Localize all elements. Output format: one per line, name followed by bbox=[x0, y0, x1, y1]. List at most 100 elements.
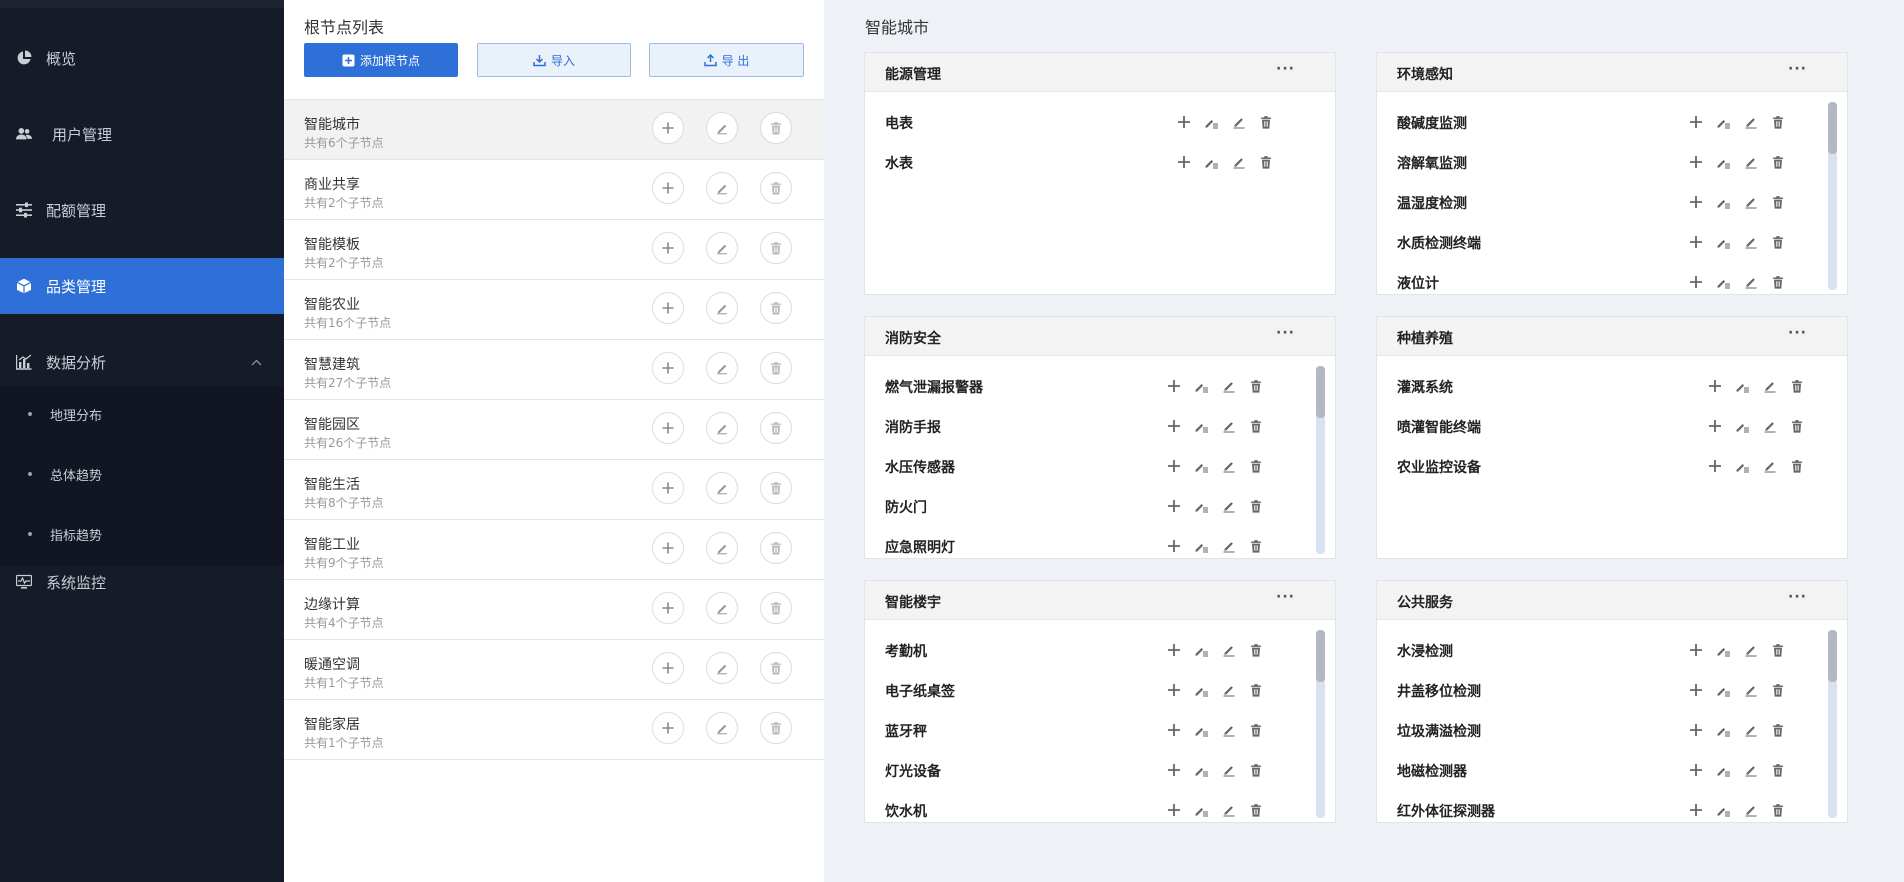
add-child-button[interactable] bbox=[1688, 722, 1704, 738]
edit-button[interactable] bbox=[1762, 458, 1778, 474]
delete-button[interactable] bbox=[1789, 458, 1805, 474]
delete-node-button[interactable] bbox=[760, 472, 792, 504]
delete-node-button[interactable] bbox=[760, 652, 792, 684]
root-node-row[interactable]: 智慧建筑 共有27个子节点 bbox=[284, 340, 824, 400]
edit-button[interactable] bbox=[1231, 114, 1247, 130]
delete-button[interactable] bbox=[1770, 642, 1786, 658]
sidebar-subitem-metric-trend[interactable]: 指标趋势 bbox=[0, 514, 284, 554]
edit-button[interactable] bbox=[1743, 682, 1759, 698]
attribute-button[interactable] bbox=[1193, 378, 1209, 394]
root-node-row[interactable]: 智能家居 共有1个子节点 bbox=[284, 700, 824, 760]
list-item[interactable]: 水压传感器 bbox=[885, 446, 1295, 486]
add-child-button[interactable] bbox=[1166, 418, 1182, 434]
add-child-button[interactable] bbox=[1166, 722, 1182, 738]
attribute-button[interactable] bbox=[1715, 802, 1731, 818]
root-node-row[interactable]: 智能城市 共有6个子节点 bbox=[284, 100, 824, 160]
scrollbar[interactable] bbox=[1828, 102, 1837, 290]
list-item[interactable]: 燃气泄漏报警器 bbox=[885, 366, 1295, 406]
attribute-button[interactable] bbox=[1715, 762, 1731, 778]
add-child-button[interactable] bbox=[1688, 274, 1704, 290]
edit-button[interactable] bbox=[1743, 274, 1759, 290]
edit-button[interactable] bbox=[1221, 682, 1237, 698]
edit-button[interactable] bbox=[1743, 722, 1759, 738]
root-node-row[interactable]: 边缘计算 共有4个子节点 bbox=[284, 580, 824, 640]
edit-button[interactable] bbox=[1221, 458, 1237, 474]
edit-node-button[interactable] bbox=[706, 592, 738, 624]
add-child-button[interactable] bbox=[1688, 114, 1704, 130]
add-child-button[interactable] bbox=[1166, 498, 1182, 514]
list-item[interactable]: 地磁检测器 bbox=[1397, 750, 1807, 790]
root-node-row[interactable]: 智能工业 共有9个子节点 bbox=[284, 520, 824, 580]
attribute-button[interactable] bbox=[1715, 234, 1731, 250]
delete-button[interactable] bbox=[1770, 682, 1786, 698]
delete-node-button[interactable] bbox=[760, 412, 792, 444]
add-child-button[interactable] bbox=[1688, 642, 1704, 658]
add-child-button[interactable] bbox=[652, 592, 684, 624]
list-item[interactable]: 防火门 bbox=[885, 486, 1295, 526]
attribute-button[interactable] bbox=[1193, 682, 1209, 698]
edit-button[interactable] bbox=[1743, 642, 1759, 658]
delete-button[interactable] bbox=[1248, 458, 1264, 474]
add-child-button[interactable] bbox=[1166, 682, 1182, 698]
edit-button[interactable] bbox=[1221, 722, 1237, 738]
add-child-button[interactable] bbox=[1688, 154, 1704, 170]
add-child-button[interactable] bbox=[652, 352, 684, 384]
add-child-button[interactable] bbox=[1166, 538, 1182, 554]
delete-button[interactable] bbox=[1770, 802, 1786, 818]
add-child-button[interactable] bbox=[1166, 802, 1182, 818]
edit-button[interactable] bbox=[1221, 498, 1237, 514]
more-options-icon[interactable]: ··· bbox=[1276, 61, 1295, 77]
attribute-button[interactable] bbox=[1193, 458, 1209, 474]
sidebar-item-quota[interactable]: 配额管理 bbox=[0, 182, 284, 238]
sidebar-item-category[interactable]: 品类管理 bbox=[0, 258, 284, 314]
edit-node-button[interactable] bbox=[706, 172, 738, 204]
edit-button[interactable] bbox=[1221, 642, 1237, 658]
list-item[interactable]: 温湿度检测 bbox=[1397, 182, 1807, 222]
list-item[interactable]: 垃圾满溢检测 bbox=[1397, 710, 1807, 750]
edit-button[interactable] bbox=[1743, 802, 1759, 818]
import-button[interactable]: 导入 bbox=[477, 43, 631, 77]
attribute-button[interactable] bbox=[1193, 538, 1209, 554]
add-child-button[interactable] bbox=[1166, 642, 1182, 658]
add-child-button[interactable] bbox=[1176, 154, 1192, 170]
delete-node-button[interactable] bbox=[760, 292, 792, 324]
attribute-button[interactable] bbox=[1203, 114, 1219, 130]
list-item[interactable]: 灯光设备 bbox=[885, 750, 1295, 790]
delete-button[interactable] bbox=[1248, 378, 1264, 394]
root-node-row[interactable]: 智能园区 共有26个子节点 bbox=[284, 400, 824, 460]
scrollbar[interactable] bbox=[1316, 630, 1325, 818]
delete-node-button[interactable] bbox=[760, 172, 792, 204]
attribute-button[interactable] bbox=[1715, 114, 1731, 130]
more-options-icon[interactable]: ··· bbox=[1788, 589, 1807, 605]
sidebar-item-users[interactable]: 用户管理 bbox=[0, 106, 284, 162]
sidebar-subitem-overall-trend[interactable]: 总体趋势 bbox=[0, 454, 284, 494]
add-child-button[interactable] bbox=[1707, 378, 1723, 394]
delete-button[interactable] bbox=[1248, 762, 1264, 778]
list-item[interactable]: 应急照明灯 bbox=[885, 526, 1295, 558]
attribute-button[interactable] bbox=[1715, 194, 1731, 210]
add-child-button[interactable] bbox=[1166, 458, 1182, 474]
list-item[interactable]: 水质检测终端 bbox=[1397, 222, 1807, 262]
add-child-button[interactable] bbox=[1688, 682, 1704, 698]
attribute-button[interactable] bbox=[1203, 154, 1219, 170]
more-options-icon[interactable]: ··· bbox=[1788, 325, 1807, 341]
edit-button[interactable] bbox=[1762, 418, 1778, 434]
list-item[interactable]: 电表 bbox=[885, 102, 1295, 142]
edit-node-button[interactable] bbox=[706, 712, 738, 744]
delete-button[interactable] bbox=[1248, 642, 1264, 658]
list-item[interactable]: 溶解氧监测 bbox=[1397, 142, 1807, 182]
add-child-button[interactable] bbox=[1688, 762, 1704, 778]
add-child-button[interactable] bbox=[1166, 378, 1182, 394]
list-item[interactable]: 红外体征探测器 bbox=[1397, 790, 1807, 822]
edit-node-button[interactable] bbox=[706, 292, 738, 324]
add-child-button[interactable] bbox=[652, 172, 684, 204]
list-item[interactable]: 酸碱度监测 bbox=[1397, 102, 1807, 142]
sidebar-subitem-geo[interactable]: 地理分布 bbox=[0, 394, 284, 434]
delete-node-button[interactable] bbox=[760, 532, 792, 564]
more-options-icon[interactable]: ··· bbox=[1276, 325, 1295, 341]
add-child-button[interactable] bbox=[652, 292, 684, 324]
attribute-button[interactable] bbox=[1715, 274, 1731, 290]
attribute-button[interactable] bbox=[1715, 154, 1731, 170]
delete-button[interactable] bbox=[1770, 194, 1786, 210]
delete-node-button[interactable] bbox=[760, 352, 792, 384]
